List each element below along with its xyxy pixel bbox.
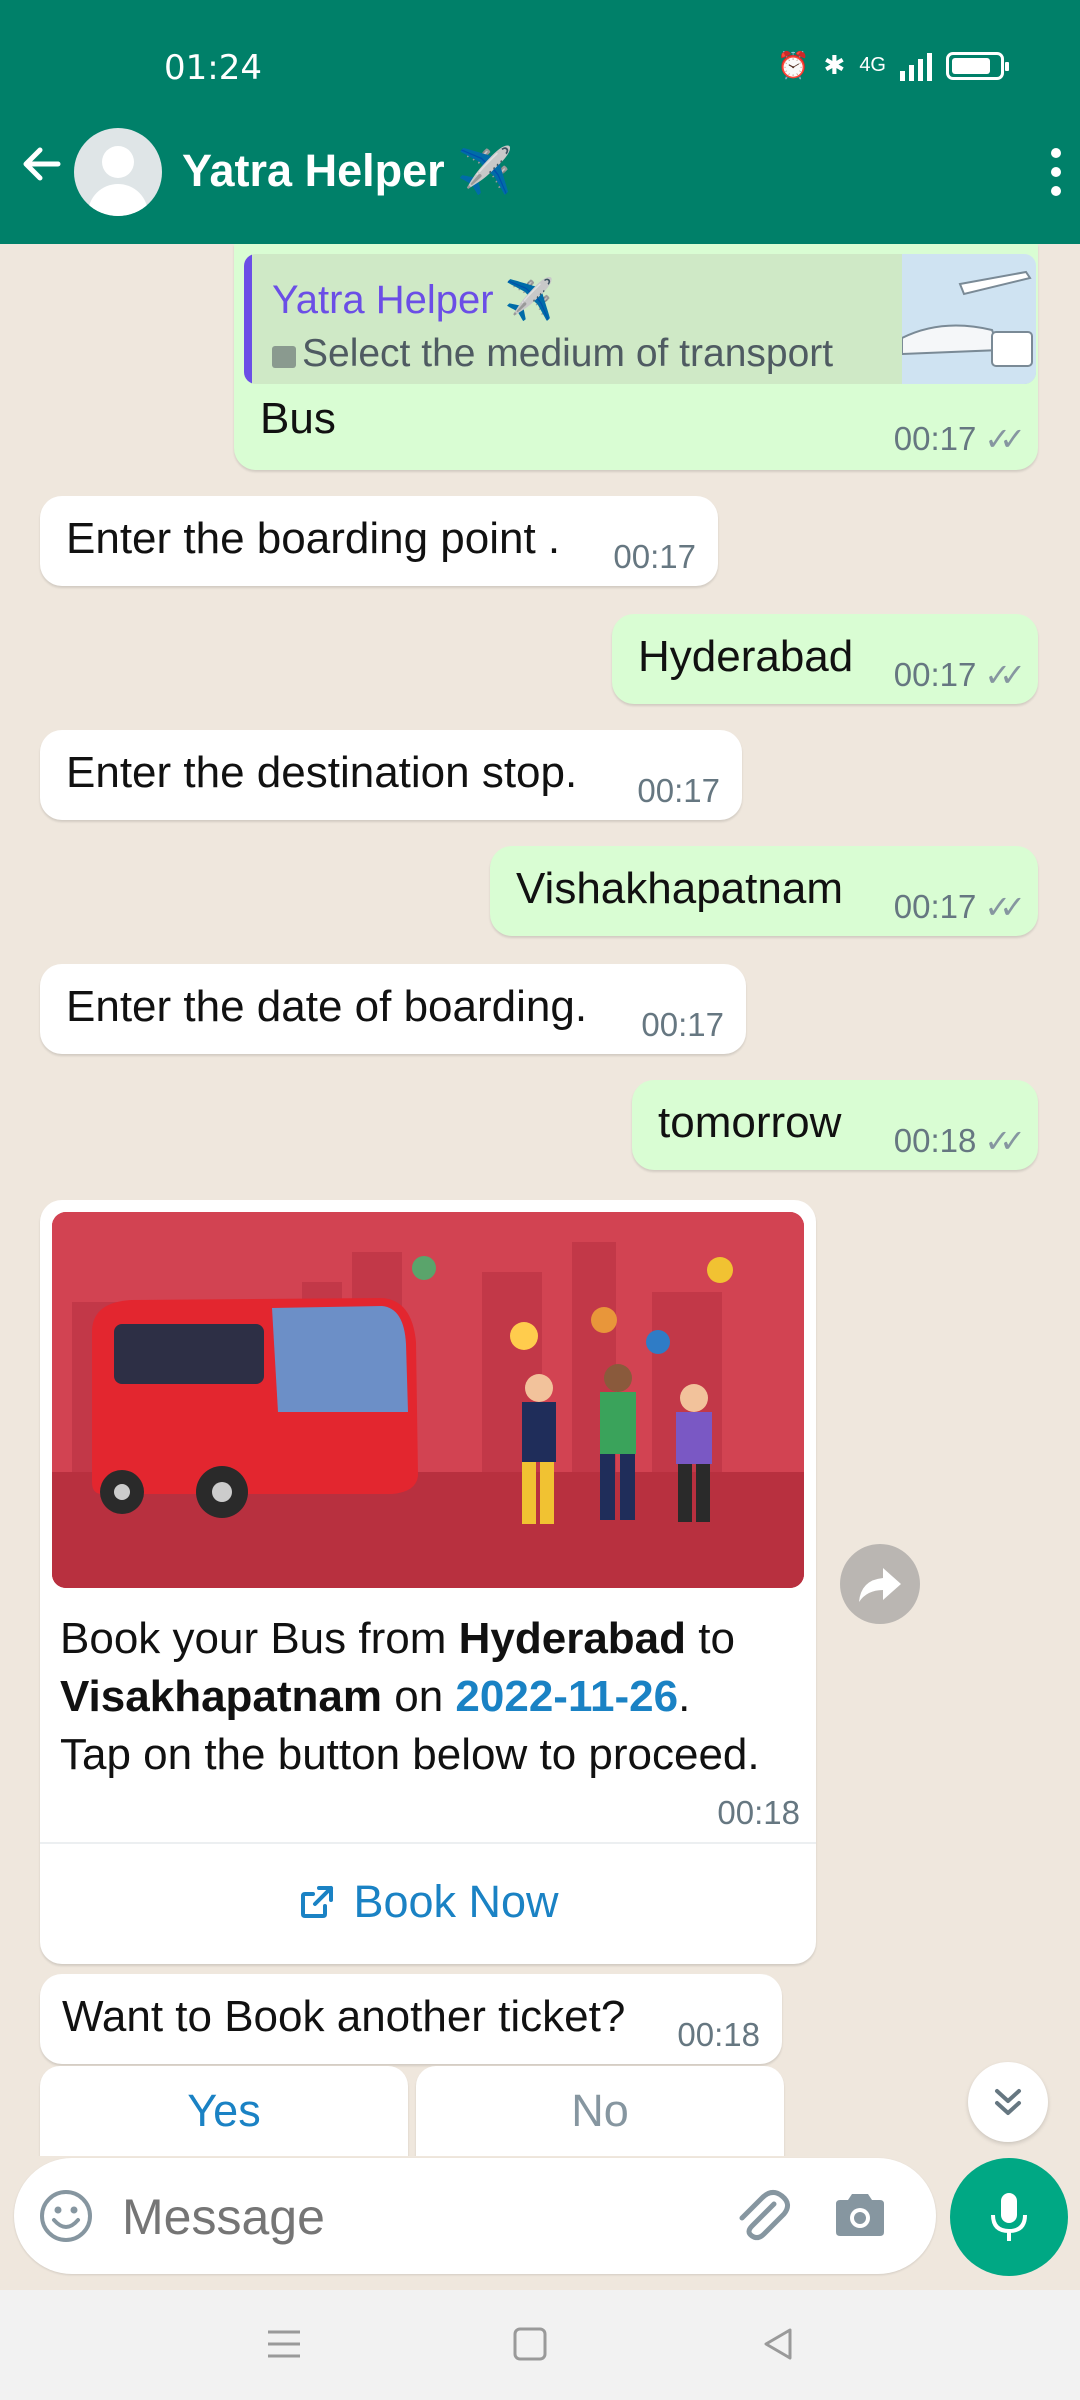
message-time: 00:17 ✓✓ (893, 420, 1026, 457)
message-text: Enter the date of boarding. (66, 982, 588, 1031)
system-nav-bar (0, 2290, 1080, 2400)
message-incoming[interactable]: Enter the destination stop. 00:17 (40, 730, 742, 820)
message-time: 00:18 ✓✓ (893, 1122, 1026, 1159)
quoted-text: Select the medium of transport (302, 332, 834, 375)
message-incoming[interactable]: Enter the date of boarding. 00:17 (40, 964, 746, 1054)
quoted-message[interactable]: Yatra Helper ✈️ Select the medium of tra… (244, 254, 1036, 384)
transport-thumbnail (902, 254, 1036, 384)
read-ticks-icon: ✓✓ (984, 1123, 1025, 1159)
quick-reply-no[interactable]: No (416, 2066, 784, 2156)
forward-icon (859, 1568, 901, 1602)
read-ticks-icon: ✓✓ (984, 421, 1025, 457)
external-link-icon (301, 1886, 334, 1918)
yes-label: Yes (187, 2085, 261, 2136)
read-ticks-icon: ✓✓ (984, 657, 1025, 693)
message-text: Vishakhapatnam (516, 864, 843, 913)
booking-from: Hyderabad (458, 1614, 687, 1663)
more-options-icon[interactable] (1046, 148, 1066, 196)
message-input[interactable] (122, 2188, 722, 2246)
booking-text-prefix: Book your Bus from (60, 1614, 459, 1663)
quoted-sender: Yatra Helper ✈️ (272, 278, 555, 322)
back-arrow-icon[interactable] (18, 140, 66, 188)
microphone-icon (991, 2193, 1027, 2241)
quick-reply-yes[interactable]: Yes (40, 2066, 408, 2156)
message-time: 00:17 ✓✓ (893, 656, 1026, 693)
attach-icon[interactable] (730, 2184, 794, 2248)
alarm-icon: ⏰ (777, 50, 810, 80)
message-outgoing[interactable]: Yatra Helper ✈️ Select the medium of tra… (234, 244, 1038, 470)
message-time: 00:17 ✓✓ (893, 888, 1026, 925)
forward-button[interactable] (840, 1544, 920, 1624)
booking-card[interactable]: Book your Bus from Hyderabad to Visakhap… (40, 1200, 816, 1964)
no-label: No (571, 2085, 629, 2136)
book-now-button[interactable]: Book Now (40, 1846, 816, 1958)
message-incoming[interactable]: Want to Book another ticket? 00:18 (40, 1974, 782, 2064)
message-text: Enter the boarding point . (66, 514, 561, 563)
bluetooth-icon: ✱ (823, 50, 846, 80)
message-time: 00:17 (637, 772, 720, 809)
network-label: 4G (859, 54, 886, 76)
avatar[interactable] (74, 128, 162, 216)
back-icon[interactable] (756, 2322, 800, 2366)
message-time: 00:18 (677, 2016, 760, 2053)
message-incoming[interactable]: Enter the boarding point . 00:17 (40, 496, 718, 586)
booking-text-on: on (382, 1672, 456, 1721)
divider (40, 1842, 816, 1844)
message-time: 00:17 (613, 538, 696, 575)
booking-period: . (678, 1672, 691, 1721)
message-time: 00:17 (641, 1006, 724, 1043)
message-text: Bus (260, 394, 336, 443)
home-icon[interactable] (508, 2322, 552, 2366)
message-text: Want to Book another ticket? (62, 1992, 626, 2041)
image-icon (272, 346, 296, 368)
booking-instruction: Tap on the button below to proceed. (60, 1730, 760, 1779)
double-chevron-down-icon (995, 2089, 1021, 2115)
message-composer (14, 2158, 936, 2274)
booking-text-to: to (686, 1614, 735, 1663)
bus-celebration-image[interactable] (52, 1212, 804, 1588)
booking-text: Book your Bus from Hyderabad to Visakhap… (60, 1610, 800, 1784)
battery-icon (946, 51, 1009, 80)
scroll-to-bottom-button[interactable] (968, 2062, 1048, 2142)
message-text: Enter the destination stop. (66, 748, 578, 797)
message-outgoing[interactable]: Hyderabad 00:17 ✓✓ (612, 614, 1038, 704)
recents-icon[interactable] (262, 2322, 306, 2366)
app-header: 01:24 ⏰ ✱ 4G Yatra Helper ✈️ (0, 0, 1080, 244)
message-outgoing[interactable]: tomorrow 00:18 ✓✓ (632, 1080, 1038, 1170)
message-text: Hyderabad (638, 632, 854, 681)
book-now-label: Book Now (353, 1876, 559, 1927)
chat-area[interactable]: Yatra Helper ✈️ Select the medium of tra… (0, 244, 1080, 2156)
message-time: 00:18 (717, 1794, 800, 1831)
camera-icon[interactable] (830, 2188, 890, 2244)
signal-icon (900, 51, 932, 81)
voice-message-button[interactable] (950, 2158, 1068, 2276)
chat-title[interactable]: Yatra Helper ✈️ (182, 144, 513, 197)
booking-date[interactable]: 2022-11-26 (455, 1672, 678, 1721)
emoji-icon[interactable] (38, 2188, 94, 2244)
read-ticks-icon: ✓✓ (984, 889, 1025, 925)
message-outgoing[interactable]: Vishakhapatnam 00:17 ✓✓ (490, 846, 1038, 936)
status-time: 01:24 (164, 48, 262, 88)
booking-to: Visakhapatnam (60, 1672, 383, 1721)
status-icons: ⏰ ✱ 4G (777, 50, 1009, 81)
message-text: tomorrow (658, 1098, 842, 1147)
